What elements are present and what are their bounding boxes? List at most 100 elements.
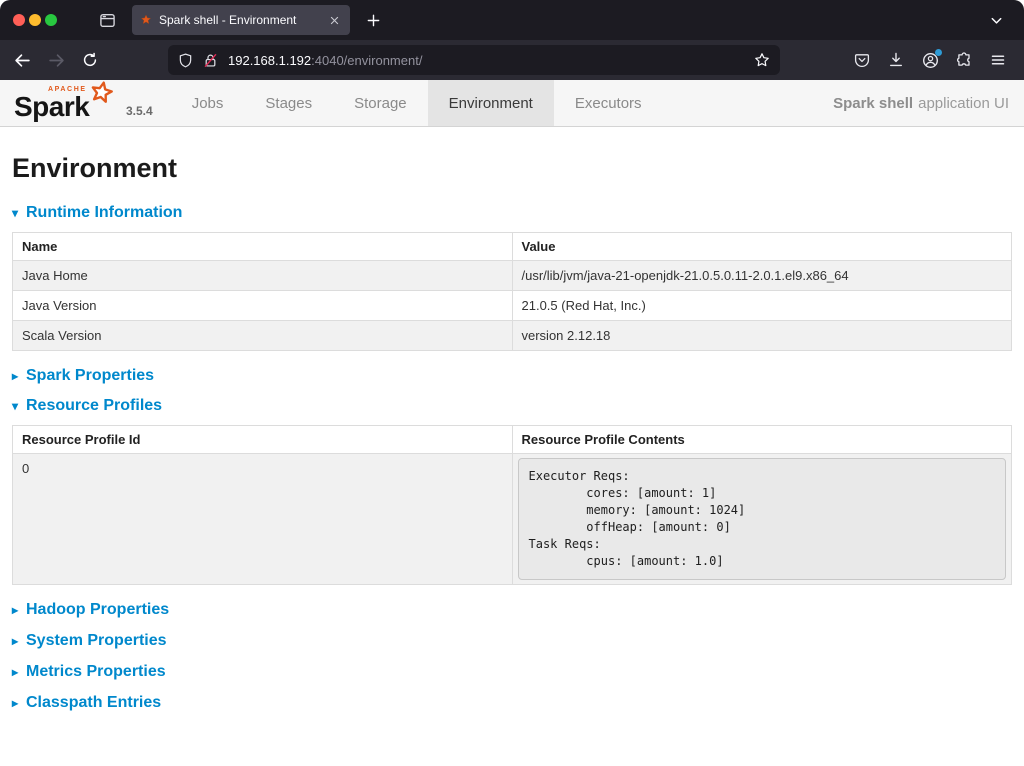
tab-close-button[interactable] (327, 13, 342, 28)
connection-security-button[interactable] (203, 53, 218, 68)
collapsed-sections: ▸ Hadoop Properties ▸ System Properties … (12, 601, 1012, 712)
spark-navbar: APACHE Spark 3.5.4 JobsStagesStorageEnvi… (0, 80, 1024, 127)
table-cell: version 2.12.18 (512, 321, 1012, 351)
account-button[interactable] (914, 44, 946, 76)
download-icon (888, 52, 904, 68)
spark-nav-tabs: JobsStagesStorageEnvironmentExecutors (171, 80, 663, 126)
tab-environment[interactable]: Environment (428, 80, 554, 126)
chevron-down-icon (989, 13, 1004, 28)
new-tab-button[interactable] (366, 13, 381, 28)
tab-jobs[interactable]: Jobs (171, 80, 245, 126)
pocket-icon (854, 52, 870, 68)
runtime-table-header-name: Name (13, 233, 513, 261)
firefox-view-icon (99, 12, 116, 29)
caret-right-icon: ▸ (12, 369, 26, 383)
zoom-window-button[interactable] (45, 14, 57, 26)
back-button[interactable] (6, 44, 38, 76)
spark-wordmark: Spark (14, 91, 89, 123)
table-cell: Scala Version (13, 321, 513, 351)
app-name-label: Spark shell application UI (833, 80, 1024, 126)
app-suffix: application UI (918, 95, 1009, 112)
browser-window: Spark shell - Environment (0, 0, 1024, 766)
resource-table-header-id: Resource Profile Id (13, 426, 513, 454)
profile-id-cell: 0 (13, 454, 513, 585)
spark-logo[interactable]: APACHE Spark (12, 80, 124, 126)
traffic-lights (0, 14, 57, 26)
section-label: Spark Properties (26, 367, 154, 385)
resource-table-header-contents: Resource Profile Contents (512, 426, 1012, 454)
app-name: Spark shell (833, 95, 913, 112)
section-toggle-hadoop-properties[interactable]: ▸ Hadoop Properties (12, 601, 1012, 619)
section-label: Hadoop Properties (26, 601, 169, 619)
minimize-window-button[interactable] (29, 14, 41, 26)
extensions-button[interactable] (948, 44, 980, 76)
section-toggle-spark-properties[interactable]: ▸ Spark Properties (12, 367, 1012, 385)
runtime-table-header-value: Value (512, 233, 1012, 261)
reload-icon (82, 52, 98, 68)
puzzle-icon (956, 52, 972, 68)
resource-profile-pre: Executor Reqs: cores: [amount: 1] memory… (518, 458, 1007, 580)
spark-star-icon (85, 78, 117, 114)
toolbar-icon-cluster (846, 44, 1014, 76)
bookmark-button[interactable] (754, 52, 770, 68)
browser-tab[interactable]: Spark shell - Environment (132, 5, 350, 35)
table-row: 0 Executor Reqs: cores: [amount: 1] memo… (13, 454, 1012, 585)
tracking-protection-button[interactable] (178, 53, 193, 68)
url-path: :4040/environment/ (311, 53, 422, 68)
close-window-button[interactable] (13, 14, 25, 26)
table-cell: /usr/lib/jvm/java-21-openjdk-21.0.5.0.11… (512, 261, 1012, 291)
spark-favicon-icon (140, 14, 152, 26)
firefox-view-button[interactable] (99, 12, 116, 29)
section-toggle-resource-profiles[interactable]: ▾ Resource Profiles (12, 397, 1012, 415)
tab-executors[interactable]: Executors (554, 80, 663, 126)
table-row: Java Version21.0.5 (Red Hat, Inc.) (13, 291, 1012, 321)
hamburger-icon (990, 52, 1006, 68)
list-all-tabs-button[interactable] (989, 13, 1004, 28)
spark-version: 3.5.4 (124, 104, 153, 126)
section-toggle-metrics-properties[interactable]: ▸ Metrics Properties (12, 663, 1012, 681)
section-label: Metrics Properties (26, 663, 166, 681)
section-label: Runtime Information (26, 204, 182, 222)
table-row: Scala Versionversion 2.12.18 (13, 321, 1012, 351)
page-content: Environment ▾ Runtime Information Name V… (0, 127, 1024, 712)
arrow-left-icon (14, 52, 31, 69)
caret-right-icon: ▸ (12, 634, 26, 648)
caret-down-icon: ▾ (12, 399, 26, 413)
table-row: Java Home/usr/lib/jvm/java-21-openjdk-21… (13, 261, 1012, 291)
caret-down-icon: ▾ (12, 206, 26, 220)
section-toggle-system-properties[interactable]: ▸ System Properties (12, 632, 1012, 650)
runtime-info-table: Name Value Java Home/usr/lib/jvm/java-21… (12, 232, 1012, 351)
url-domain: 192.168.1.192 (228, 53, 311, 68)
profile-contents-cell: Executor Reqs: cores: [amount: 1] memory… (512, 454, 1012, 585)
tab-stages[interactable]: Stages (244, 80, 333, 126)
section-label: Resource Profiles (26, 397, 162, 415)
page-title: Environment (12, 153, 1012, 184)
menu-button[interactable] (982, 44, 1014, 76)
caret-right-icon: ▸ (12, 696, 26, 710)
insecure-lock-icon (203, 53, 218, 68)
plus-icon (366, 13, 381, 28)
pocket-button[interactable] (846, 44, 878, 76)
close-icon (329, 15, 340, 26)
forward-button[interactable] (40, 44, 72, 76)
browser-titlebar: Spark shell - Environment (0, 0, 1024, 40)
table-cell: Java Version (13, 291, 513, 321)
shield-icon (178, 53, 193, 68)
section-toggle-runtime-information[interactable]: ▾ Runtime Information (12, 204, 1012, 222)
downloads-button[interactable] (880, 44, 912, 76)
arrow-right-icon (48, 52, 65, 69)
url-bar[interactable]: 192.168.1.192:4040/environment/ (168, 45, 780, 75)
star-icon (754, 52, 770, 68)
resource-profiles-table: Resource Profile Id Resource Profile Con… (12, 425, 1012, 585)
url-text: 192.168.1.192:4040/environment/ (228, 53, 422, 68)
browser-toolbar: 192.168.1.192:4040/environment/ (0, 40, 1024, 80)
caret-right-icon: ▸ (12, 603, 26, 617)
notification-dot (935, 49, 942, 56)
section-toggle-classpath-entries[interactable]: ▸ Classpath Entries (12, 694, 1012, 712)
section-label: System Properties (26, 632, 167, 650)
reload-button[interactable] (74, 44, 106, 76)
section-label: Classpath Entries (26, 694, 161, 712)
tab-title: Spark shell - Environment (159, 13, 327, 27)
caret-right-icon: ▸ (12, 665, 26, 679)
tab-storage[interactable]: Storage (333, 80, 428, 126)
